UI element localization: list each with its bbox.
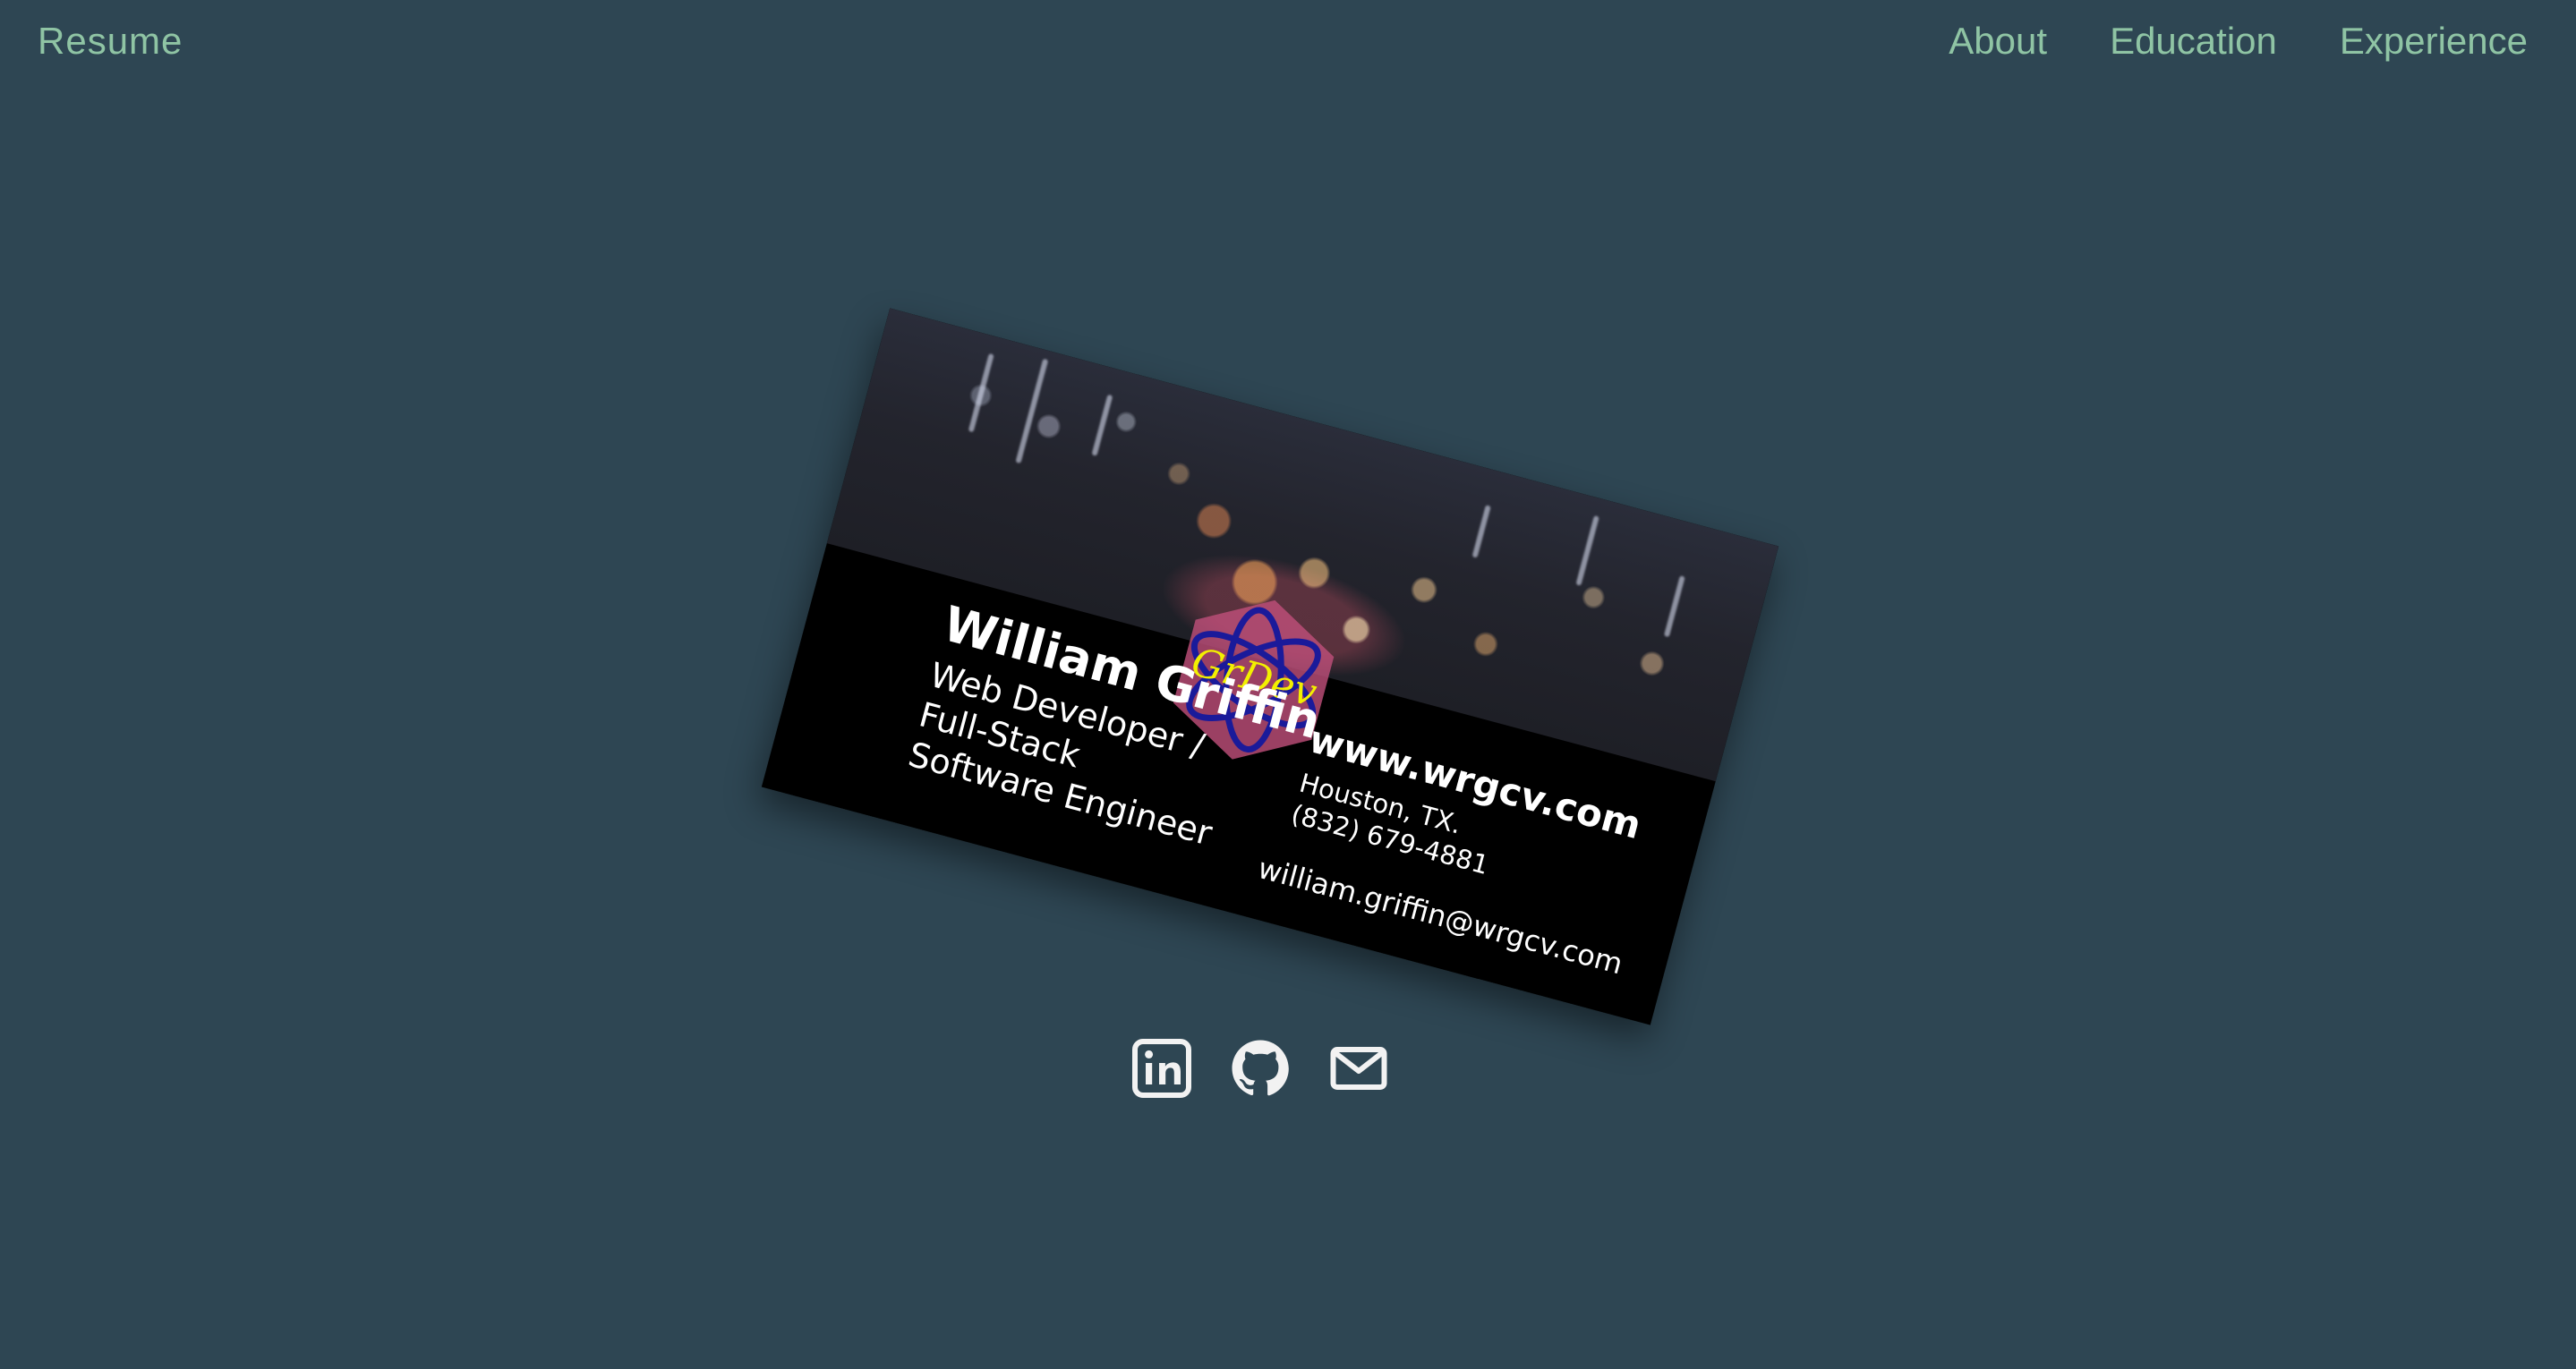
brand-link[interactable]: Resume [38,20,183,63]
nav-about-link[interactable]: About [1949,20,2047,63]
linkedin-link[interactable] [1126,1036,1198,1101]
business-card-face: GrDev William Griffin Web Developer / Fu… [761,308,1779,1025]
main-nav: About Education Experience [1949,20,2528,63]
mail-link[interactable] [1323,1036,1395,1101]
card-email: william.griffin@wrgcv.com [1254,851,1627,982]
social-links [1126,1036,1395,1101]
nav-experience-link[interactable]: Experience [2340,20,2528,63]
github-icon [1232,1040,1289,1096]
mail-icon [1330,1047,1387,1090]
business-card: GrDev William Griffin Web Developer / Fu… [761,308,1779,1025]
page: Resume About Education Experience GrDev [0,0,2576,1369]
github-link[interactable] [1224,1036,1296,1101]
nav-education-link[interactable]: Education [2110,20,2277,63]
linkedin-icon [1132,1039,1191,1098]
